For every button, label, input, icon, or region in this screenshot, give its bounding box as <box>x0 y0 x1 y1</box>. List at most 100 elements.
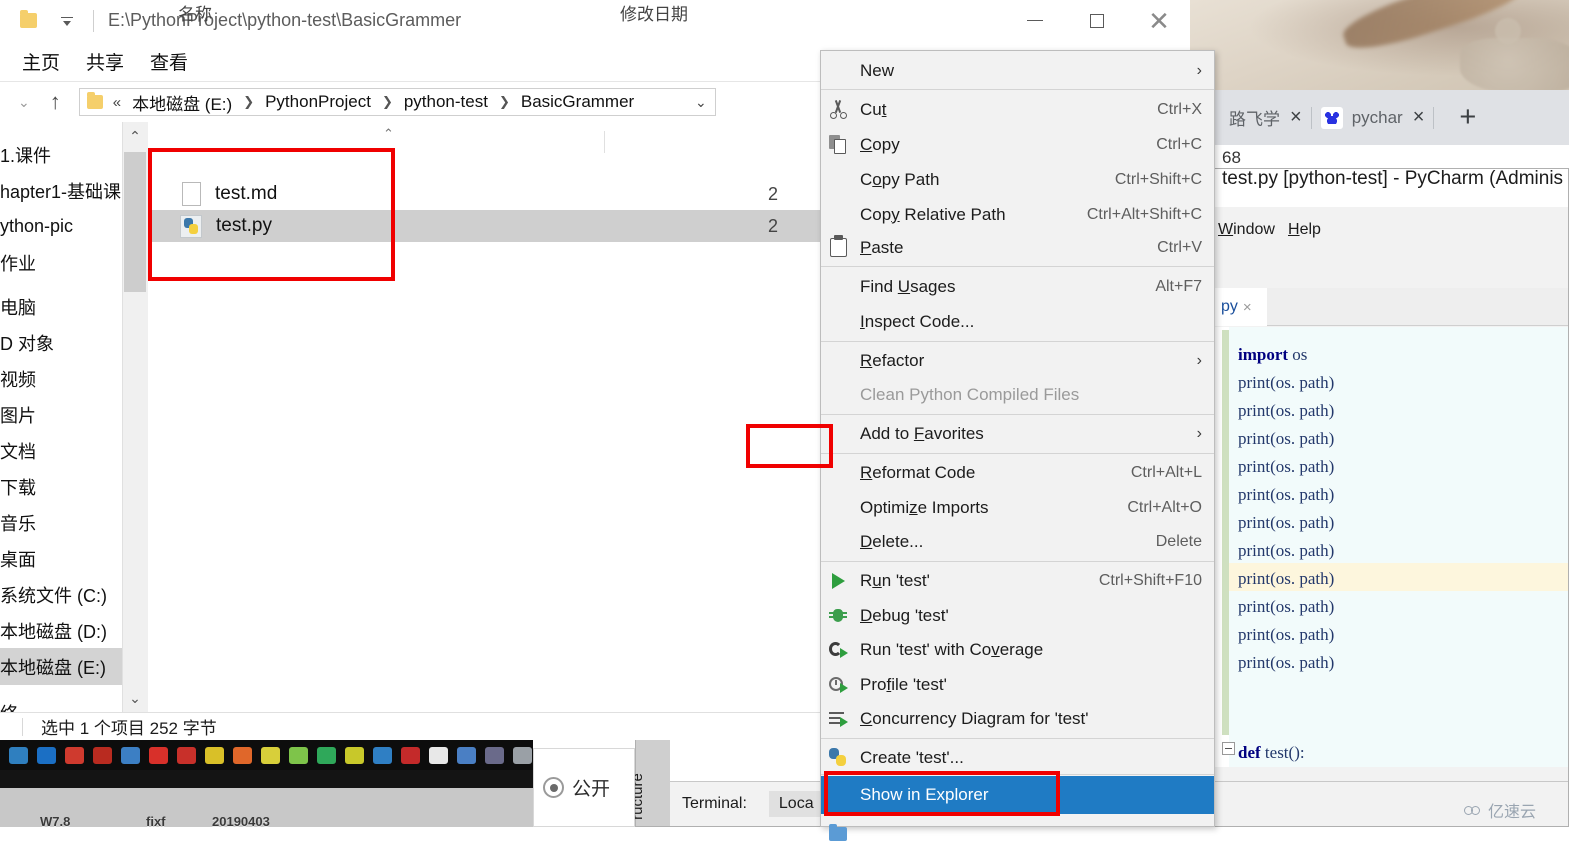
tool-window-button-structure[interactable]: ructure <box>629 760 670 826</box>
taskbar-icon[interactable] <box>93 746 112 764</box>
taskbar-icon[interactable] <box>205 746 224 764</box>
maximize-button[interactable] <box>1066 0 1128 41</box>
taskbar-icon[interactable] <box>233 746 252 764</box>
taskbar-icon[interactable] <box>457 746 476 764</box>
menu-item-open-in-terminal[interactable] <box>821 816 1214 851</box>
chevron-down-icon[interactable]: ⌄ <box>18 94 30 111</box>
menu-item-profile-test[interactable]: Profile 'test' <box>821 667 1214 702</box>
menu-item-optimize-imports[interactable]: Optimize Imports Ctrl+Alt+O <box>821 490 1214 525</box>
sidebar-item-5[interactable]: D 对象 <box>0 324 122 361</box>
menu-item-copy-path[interactable]: Copy Path Ctrl+Shift+C <box>821 162 1214 197</box>
sidebar-item-10[interactable]: 音乐 <box>0 504 122 541</box>
taskbar-icon[interactable] <box>121 746 140 764</box>
new-tab-button[interactable]: + <box>1459 101 1476 134</box>
taskbar-icon[interactable] <box>485 746 504 764</box>
menu-window[interactable]: Window <box>1218 221 1275 239</box>
close-icon[interactable]: × <box>1413 106 1425 129</box>
taskbar-icon[interactable] <box>177 746 196 764</box>
taskbar-icon[interactable] <box>373 746 392 764</box>
menu-item-paste[interactable]: Paste Ctrl+V <box>821 230 1214 265</box>
ribbon-tab-view[interactable]: 查看 <box>150 48 188 75</box>
menu-item-copy[interactable]: Copy Ctrl+C <box>821 127 1214 162</box>
scroll-down-icon[interactable]: ⌄ <box>122 684 148 712</box>
ribbon-tab-home[interactable]: 主页 <box>22 48 60 75</box>
taskbar-icon[interactable] <box>401 746 420 764</box>
up-arrow-icon[interactable]: ↑ <box>50 91 61 113</box>
ribbon-tab-share[interactable]: 共享 <box>86 48 124 75</box>
taskbar-icon[interactable] <box>261 746 280 764</box>
chevron-right-icon[interactable]: ❯ <box>382 94 393 110</box>
address-bar[interactable]: « 本地磁盘 (E:) ❯ PythonProject ❯ python-tes… <box>78 88 716 116</box>
browser-address-bar[interactable] <box>1215 145 1569 168</box>
menu-item-new[interactable]: New › <box>821 53 1214 88</box>
public-label: 公开 <box>572 779 611 800</box>
breadcrumb-segment-1[interactable]: PythonProject <box>265 92 371 112</box>
sidebar-item-4[interactable]: 电脑 <box>0 288 122 325</box>
taskbar-icon[interactable] <box>429 746 448 764</box>
sidebar-item-0[interactable]: 1.课件 <box>0 136 122 173</box>
menu-item-run-test[interactable]: Run 'test' Ctrl+Shift+F10 <box>821 563 1214 598</box>
chevron-down-icon[interactable]: ⌄ <box>695 94 707 111</box>
sidebar-item-11[interactable]: 桌面 <box>0 540 122 577</box>
menu-item-add-to-favorites[interactable]: Add to Favorites › <box>821 416 1214 451</box>
divider <box>1310 106 1312 129</box>
windows-taskbar[interactable] <box>0 740 533 770</box>
browser-tab-0[interactable]: 路飞学 × <box>1229 90 1302 145</box>
chevron-right-icon[interactable]: ❯ <box>243 94 254 110</box>
sidebar-item-6[interactable]: 视频 <box>0 360 122 397</box>
menu-item-cut[interactable]: Cut Ctrl+X <box>821 92 1214 127</box>
menu-help[interactable]: Help <box>1288 221 1321 239</box>
menu-item-find-usages[interactable]: Find Usages Alt+F7 <box>821 269 1214 304</box>
taskbar-icon[interactable] <box>65 746 84 764</box>
menu-item-debug-test[interactable]: Debug 'test' <box>821 598 1214 633</box>
breadcrumb-segment-0[interactable]: 本地磁盘 (E:) <box>132 90 232 115</box>
overflow-icon[interactable]: « <box>113 94 121 111</box>
taskbar-icon[interactable] <box>345 746 364 764</box>
browser-tab-1[interactable]: pychar × <box>1320 90 1425 145</box>
menu-item-inspect-code[interactable]: Inspect Code... <box>821 304 1214 339</box>
quick-access-toolbar-icon[interactable] <box>59 13 75 29</box>
close-icon[interactable]: × <box>1290 106 1302 129</box>
sidebar-item-9[interactable]: 下载 <box>0 468 122 505</box>
taskbar-icon[interactable] <box>9 746 28 764</box>
menu-item-create-test[interactable]: Create 'test'... <box>821 740 1214 775</box>
file-date: 2 <box>768 215 779 236</box>
column-header-date[interactable]: 修改日期 <box>620 0 688 25</box>
taskbar-icon[interactable] <box>513 746 532 764</box>
minimize-button[interactable] <box>1004 0 1066 41</box>
terminal-tab-local[interactable]: Loca <box>768 791 824 817</box>
vcs-change-marker <box>1222 330 1229 735</box>
close-button[interactable]: ✕ <box>1128 0 1190 41</box>
editor-tab-test-py[interactable]: py × <box>1215 288 1267 326</box>
scroll-up-icon[interactable]: ⌃ <box>122 122 148 150</box>
menu-item-accelerator: Alt+F7 <box>1155 277 1202 295</box>
sidebar-item-3[interactable]: 作业 <box>0 244 122 281</box>
taskbar-icon[interactable] <box>37 746 56 764</box>
sidebar-item-2[interactable]: ython-pic <box>0 208 122 245</box>
column-header-name[interactable]: 名称 <box>178 0 212 25</box>
sidebar-item-14[interactable]: 本地磁盘 (E:) <box>0 648 122 685</box>
sidebar-item-12[interactable]: 系统文件 (C:) <box>0 576 122 613</box>
breadcrumb-segment-2[interactable]: python-test <box>404 92 488 112</box>
menu-item-reformat-code[interactable]: Reformat Code Ctrl+Alt+L <box>821 455 1214 490</box>
scrollbar-thumb[interactable] <box>124 152 146 292</box>
menu-item-delete[interactable]: Delete... Delete <box>821 524 1214 559</box>
code-fold-toggle[interactable] <box>1222 742 1235 755</box>
menu-item-refactor[interactable]: Refactor › <box>821 343 1214 378</box>
sidebar-item-8[interactable]: 文档 <box>0 432 122 469</box>
menu-item-concurrency-diagram[interactable]: Concurrency Diagram for 'test' <box>821 701 1214 736</box>
sidebar-item-1[interactable]: hapter1-基础课 <box>0 172 122 209</box>
menu-item-copy-relative-path[interactable]: Copy Relative Path Ctrl+Alt+Shift+C <box>821 197 1214 232</box>
sidebar-item-13[interactable]: 本地磁盘 (D:) <box>0 612 122 649</box>
taskbar-icon[interactable] <box>149 746 168 764</box>
sidebar-item-7[interactable]: 图片 <box>0 396 122 433</box>
taskbar-icon[interactable] <box>317 746 336 764</box>
menu-item-show-in-explorer[interactable]: Show in Explorer <box>821 776 1214 814</box>
menu-item-run-test-with-coverage[interactable]: Run 'test' with Coverage <box>821 632 1214 667</box>
chevron-right-icon[interactable]: ❯ <box>499 94 510 110</box>
column-divider[interactable] <box>604 131 605 153</box>
close-icon[interactable]: × <box>1243 299 1252 316</box>
radio-button-public[interactable] <box>543 777 564 798</box>
breadcrumb-segment-3[interactable]: BasicGrammer <box>521 92 634 112</box>
taskbar-icon[interactable] <box>289 746 308 764</box>
